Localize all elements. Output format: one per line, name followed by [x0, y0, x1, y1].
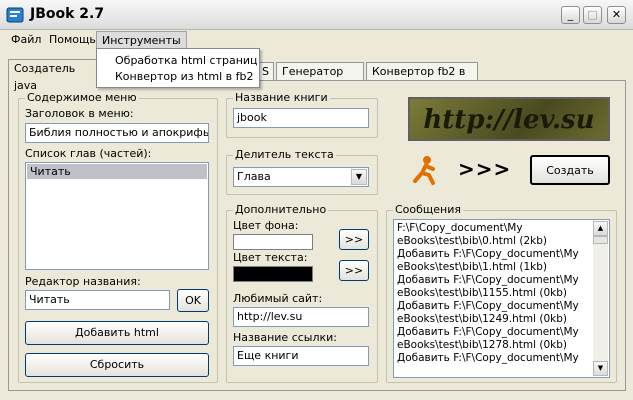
messages-log[interactable]: F:\F\Copy_document\My eBooks\test\bib\0.…	[393, 219, 610, 378]
add-html-button[interactable]: Добавить html	[25, 321, 209, 345]
window-title: JBook 2.7	[30, 6, 105, 22]
tools-dropdown: Обработка html страниц Конвертор из html…	[96, 48, 260, 88]
menu-item-process-html[interactable]: Обработка html страниц	[115, 54, 258, 67]
book-title-input[interactable]: jbook	[233, 108, 369, 128]
message-line: eBooks\test\bib\1155.html (0kb)	[397, 287, 568, 299]
name-editor-label: Редактор названия:	[25, 275, 141, 288]
minimize-button[interactable]: _	[561, 6, 580, 24]
message-line: Добавить F:\F\Copy_document\My	[397, 300, 579, 312]
link-name-label: Название ссылки:	[233, 331, 338, 344]
menu-help[interactable]: Помощь	[44, 31, 101, 48]
app-icon	[6, 7, 24, 23]
bg-color-swatch[interactable]	[233, 234, 313, 250]
close-button[interactable]: ✕	[607, 6, 626, 24]
tab-java-creator[interactable]: Создатель java	[8, 59, 100, 92]
title-bar: JBook 2.7 _ □ ✕	[0, 0, 633, 30]
tab-html-generator[interactable]: Генератор html	[276, 62, 364, 95]
message-line: eBooks\test\bib\1.html (1kb)	[397, 261, 547, 273]
text-color-label: Цвет текста:	[233, 251, 308, 264]
text-divider-value: Глава	[237, 170, 271, 183]
text-divider-select[interactable]: Глава ▼	[233, 167, 369, 187]
maximize-button[interactable]: □	[583, 6, 602, 24]
scroll-down-icon[interactable]: ▼	[593, 361, 608, 376]
name-editor-input[interactable]: Читать	[25, 290, 170, 310]
running-man-icon	[413, 156, 435, 185]
tab-fb2-to-html[interactable]: Конвертор fb2 в html	[366, 62, 478, 95]
menu-header-input[interactable]: Библия полностью и апокрифы	[25, 123, 209, 143]
message-line: Добавить F:\F\Copy_document\My	[397, 274, 579, 286]
message-line: eBooks\test\bib\1249.html (0kb)	[397, 313, 568, 325]
create-button[interactable]: Создать	[530, 155, 610, 185]
site-logo: http://lev.su	[408, 97, 610, 141]
bg-color-label: Цвет фона:	[233, 219, 299, 232]
arrows-indicator: >>>	[458, 157, 512, 181]
menu-file[interactable]: Файл	[6, 31, 46, 48]
menu-bar: Файл Помощь Инструменты	[0, 31, 633, 48]
menu-item-html-to-fb2[interactable]: Конвертор из html в fb2	[115, 70, 253, 83]
message-line: Добавить F:\F\Copy_document\My	[397, 248, 579, 260]
scroll-thumb[interactable]	[593, 236, 608, 244]
messages-scrollbar[interactable]: ▲ ▼	[593, 221, 608, 376]
scroll-up-icon[interactable]: ▲	[593, 221, 608, 236]
reset-button[interactable]: Сбросить	[25, 353, 209, 377]
chapters-list[interactable]: Читать	[25, 162, 209, 270]
fav-site-input[interactable]: http://lev.su	[233, 307, 369, 327]
message-line: Добавить F:\F\Copy_document\My	[397, 352, 579, 364]
message-line: eBooks\test\bib\1278.html (0kb)	[397, 339, 568, 351]
fav-site-label: Любимый сайт:	[233, 292, 323, 305]
menu-header-label: Заголовок в меню:	[25, 107, 134, 120]
message-line: Добавить F:\F\Copy_document\My	[397, 326, 579, 338]
text-color-swatch[interactable]	[233, 266, 313, 282]
additional-title: Дополнительно	[233, 203, 329, 216]
tab-partial[interactable]: S	[258, 62, 274, 80]
chevron-down-icon[interactable]: ▼	[351, 169, 367, 185]
menu-tools[interactable]: Инструменты	[96, 31, 187, 48]
message-line: eBooks\test\bib\0.html (2kb)	[397, 235, 547, 247]
pick-text-color-button[interactable]: >>	[339, 260, 369, 281]
text-divider-title: Делитель текста	[233, 148, 336, 161]
messages-title: Сообщения	[393, 203, 464, 216]
menu-contents-title: Содержимое меню	[25, 91, 139, 104]
book-title-label: Название книги	[233, 91, 330, 104]
list-item[interactable]: Читать	[27, 164, 207, 179]
logo-text: http://lev.su	[423, 105, 595, 135]
link-name-input[interactable]: Еще книги	[233, 346, 369, 366]
message-line: F:\F\Copy_document\My	[397, 222, 523, 234]
ok-button[interactable]: OK	[177, 289, 209, 312]
app-window: JBook 2.7 _ □ ✕ Файл Помощь Инструменты …	[0, 0, 633, 400]
chapters-label: Список глав (частей):	[25, 147, 152, 160]
pick-bg-color-button[interactable]: >>	[339, 229, 369, 250]
